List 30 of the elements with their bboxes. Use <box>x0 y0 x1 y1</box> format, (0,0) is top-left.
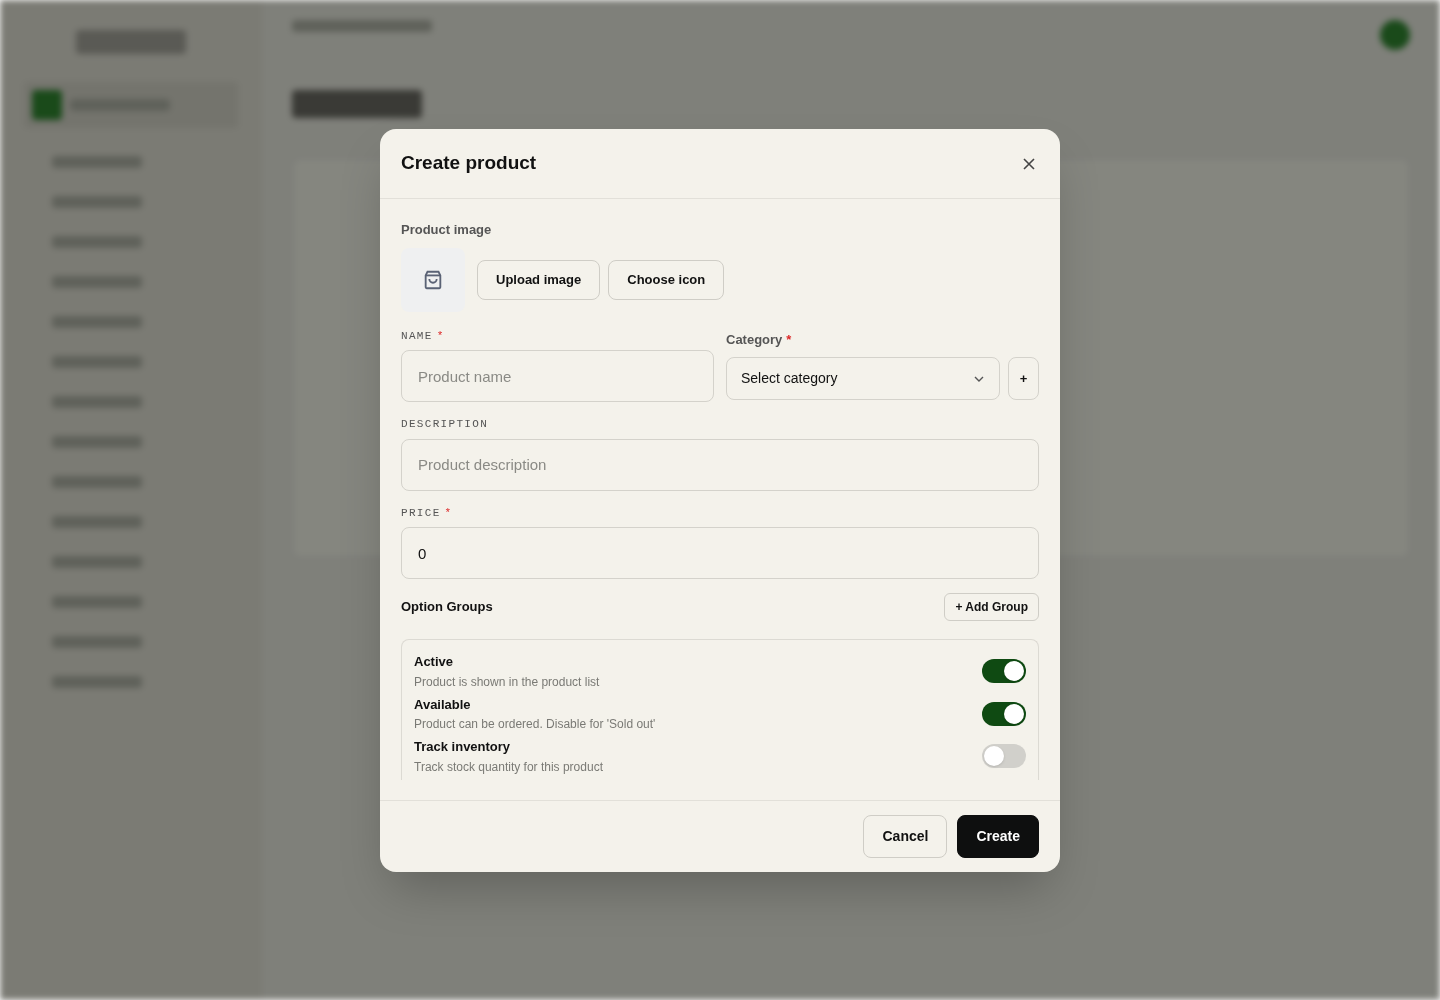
setting-title: Active <box>414 653 455 671</box>
create-button[interactable]: Create <box>957 815 1039 858</box>
toggle-switch[interactable] <box>982 659 1026 684</box>
setting-title: Available <box>414 695 472 714</box>
category-select[interactable]: Select category <box>726 357 1000 400</box>
add-category-button[interactable]: + <box>1008 357 1039 400</box>
required-mark: * <box>444 505 453 521</box>
field-label: PRICE <box>401 505 441 521</box>
cancel-button[interactable]: Cancel <box>863 815 948 858</box>
section-label: Product image <box>401 221 493 239</box>
field-label: NAME <box>401 328 433 344</box>
price-input[interactable]: 0 <box>401 527 1039 579</box>
section-label: Option Groups <box>401 598 493 617</box>
setting-description: Product is shown in the product list <box>414 673 600 691</box>
name-input[interactable]: Product name <box>401 350 714 402</box>
required-mark: * <box>786 330 792 349</box>
setting-description: Product can be ordered. Disable for 'Sold out' <box>414 716 656 733</box>
setting-title: Track inventory <box>414 738 512 756</box>
toggle-switch[interactable] <box>982 744 1026 769</box>
required-mark: * <box>436 328 445 344</box>
setting-description: Track stock quantity for this product <box>414 758 603 776</box>
description-input[interactable]: Product description <box>401 438 1039 491</box>
field-label: Category <box>726 330 783 349</box>
field-label: DESCRIPTION <box>401 417 489 432</box>
shopping-bag-icon <box>422 268 444 291</box>
dialog-title: Create product <box>401 151 537 176</box>
add-group-button[interactable]: + Add Group <box>944 593 1039 621</box>
secondary-button[interactable]: Upload image <box>477 259 601 300</box>
secondary-button[interactable]: Choose icon <box>608 259 725 300</box>
toggle-switch[interactable] <box>982 701 1026 726</box>
